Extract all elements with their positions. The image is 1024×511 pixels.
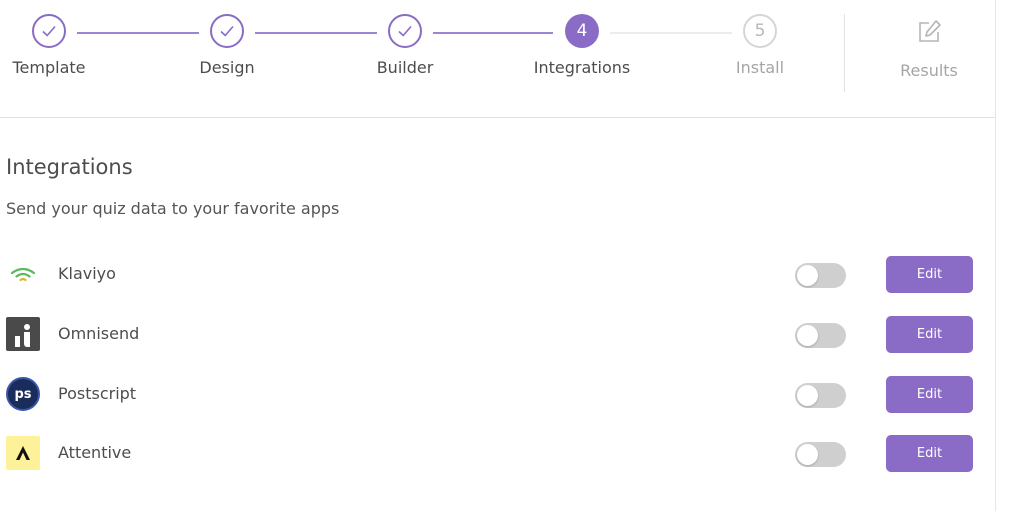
step-label: Design [199, 58, 255, 77]
check-icon [210, 14, 244, 48]
integration-row-postscript: ps Postscript Edit [0, 375, 995, 415]
omnisend-toggle[interactable] [795, 323, 846, 348]
step-label: Integrations [533, 58, 631, 77]
omnisend-edit-button[interactable]: Edit [886, 316, 973, 353]
progress-stepper: Template Design Builder 4 Integrations 5… [0, 0, 995, 118]
integration-row-klaviyo: Klaviyo Edit [0, 255, 995, 295]
postscript-logo-text: ps [14, 386, 32, 402]
toggle-knob [797, 325, 818, 346]
integration-row-omnisend: Omnisend Edit [0, 315, 995, 355]
page-title: Integrations [6, 155, 133, 179]
stepper-divider [844, 14, 845, 92]
integration-name: Attentive [58, 443, 132, 462]
toggle-knob [797, 385, 818, 406]
step-label: Install [735, 58, 785, 77]
step-template[interactable]: Template [0, 14, 109, 77]
results-label: Results [900, 61, 958, 80]
omnisend-logo-icon [6, 317, 40, 351]
step-number: 4 [565, 14, 599, 48]
attentive-toggle[interactable] [795, 442, 846, 467]
integration-name: Klaviyo [58, 264, 116, 283]
step-design[interactable]: Design [167, 14, 287, 77]
klaviyo-logo-icon [6, 257, 40, 291]
klaviyo-edit-button[interactable]: Edit [886, 256, 973, 293]
toggle-knob [797, 265, 818, 286]
attentive-logo-icon [6, 436, 40, 470]
step-label: Builder [376, 58, 434, 77]
edit-icon [869, 18, 989, 50]
integration-name: Omnisend [58, 324, 140, 343]
step-builder[interactable]: Builder [345, 14, 465, 77]
step-install[interactable]: 5 Install [700, 14, 820, 77]
postscript-edit-button[interactable]: Edit [886, 376, 973, 413]
step-integrations[interactable]: 4 Integrations [522, 14, 642, 77]
attentive-edit-button[interactable]: Edit [886, 435, 973, 472]
check-icon [32, 14, 66, 48]
step-number: 5 [743, 14, 777, 48]
integration-name: Postscript [58, 384, 137, 403]
right-panel-border [995, 0, 996, 511]
page-subtitle: Send your quiz data to your favorite app… [6, 199, 340, 218]
results-link[interactable]: Results [869, 18, 989, 80]
postscript-toggle[interactable] [795, 383, 846, 408]
toggle-knob [797, 444, 818, 465]
integration-row-attentive: Attentive Edit [0, 434, 995, 474]
check-icon [388, 14, 422, 48]
klaviyo-toggle[interactable] [795, 263, 846, 288]
postscript-logo-icon: ps [6, 377, 40, 411]
step-label: Template [12, 58, 86, 77]
